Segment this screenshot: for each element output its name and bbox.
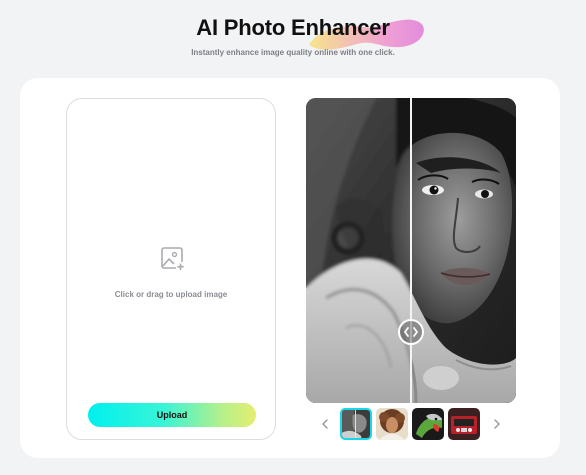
upload-hint: Click or drag to upload image <box>114 290 228 299</box>
image-add-icon <box>161 247 185 271</box>
thumbnail-parrot[interactable] <box>412 408 444 440</box>
compare-slider-handle-icon[interactable] <box>398 319 424 345</box>
left-right-arrows-icon <box>404 327 418 337</box>
main-card: Click or drag to upload image Upload <box>20 78 560 458</box>
upload-button[interactable]: Upload <box>88 403 256 427</box>
header: AI Photo Enhancer Instantly enhance imag… <box>0 0 586 70</box>
thumbnail-woman-portrait[interactable] <box>340 408 372 440</box>
thumbnail-curly-hair-portrait[interactable] <box>376 408 408 440</box>
before-after-preview <box>306 98 516 403</box>
thumbnail-red-vehicle[interactable] <box>448 408 480 440</box>
compare-divider-line[interactable] <box>410 98 412 403</box>
chevron-left-icon[interactable] <box>318 414 332 434</box>
page-title: AI Photo Enhancer <box>196 15 390 40</box>
page: AI Photo Enhancer Instantly enhance imag… <box>0 0 586 475</box>
upload-dropzone[interactable]: Click or drag to upload image Upload <box>66 98 276 440</box>
page-subtitle: Instantly enhance image quality online w… <box>191 48 395 57</box>
chevron-right-icon[interactable] <box>490 414 504 434</box>
